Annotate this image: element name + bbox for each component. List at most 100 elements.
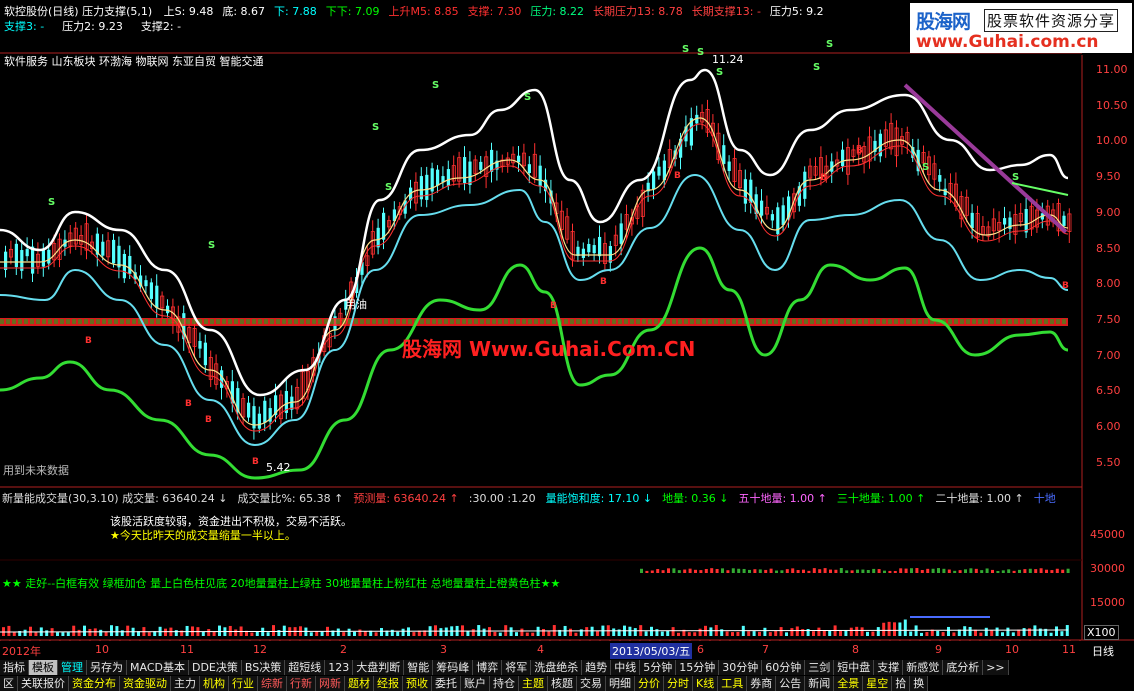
volume-ratio-bar [974, 568, 978, 573]
candle-body [479, 161, 483, 170]
candle-body [47, 249, 51, 264]
template-tab[interactable]: 筹码峰 [433, 659, 474, 675]
template-tab[interactable]: 三剑 [805, 659, 835, 675]
function-tab[interactable]: 行业 [229, 675, 258, 691]
volume-ratio-bar [780, 570, 784, 573]
candle-body [220, 370, 224, 388]
volume-bar [752, 631, 756, 636]
function-tab[interactable]: 网新 [316, 675, 345, 691]
function-tab[interactable]: 区 [0, 675, 18, 691]
price-axis-label: 5.50 [1096, 455, 1121, 469]
function-tab[interactable]: 综新 [258, 675, 287, 691]
function-tab[interactable]: 委托 [432, 675, 461, 691]
template-tab[interactable]: DDE决策 [188, 659, 242, 675]
template-tab[interactable]: 中线 [611, 659, 641, 675]
function-tab[interactable]: 关联报价 [18, 675, 69, 691]
volume-bar [903, 619, 907, 636]
function-tab[interactable]: 经报 [374, 675, 403, 691]
support-band-tick [378, 319, 382, 324]
candle-body [619, 223, 623, 244]
function-tab[interactable]: 公告 [776, 675, 806, 691]
candle-body [841, 149, 845, 167]
function-tab[interactable]: 全景 [834, 675, 864, 691]
date-axis-label: 3 [440, 643, 447, 656]
volume-scale: X100 [1084, 625, 1119, 640]
candle-body [436, 169, 440, 186]
template-tab[interactable]: 15分钟 [676, 659, 720, 675]
function-tab[interactable]: 资金驱动 [120, 675, 171, 691]
function-tab[interactable]: 拾 [892, 675, 911, 691]
template-tab[interactable]: 智能 [404, 659, 434, 675]
function-tab[interactable]: 主题 [519, 675, 548, 691]
template-tab[interactable]: 模板 [29, 659, 58, 675]
template-tab[interactable]: 超短线 [285, 659, 326, 675]
template-tab[interactable]: 支撑 [874, 659, 904, 675]
price-axis-label: 11.00 [1096, 63, 1128, 76]
function-tab[interactable]: 分时 [664, 675, 693, 691]
template-tab[interactable]: 底分析 [943, 659, 984, 675]
support-band-tick [546, 319, 550, 324]
template-tab[interactable]: 洗盘绝杀 [531, 659, 583, 675]
volume-bar [763, 627, 767, 636]
template-tab[interactable]: 5分钟 [640, 659, 677, 675]
function-tab[interactable]: 机构 [200, 675, 229, 691]
volume-bar [687, 632, 691, 636]
signal-s-marker: S [208, 240, 215, 251]
template-tab[interactable]: 将军 [502, 659, 532, 675]
support-band-tick [804, 319, 808, 324]
date-axis-label: 10 [1005, 643, 1019, 656]
function-tab[interactable]: 工具 [718, 675, 748, 691]
signal-b-marker: B [1062, 281, 1069, 291]
function-tab[interactable]: 换 [910, 675, 929, 691]
volume-ratio-bar [937, 568, 940, 573]
function-tab[interactable]: 资金分布 [69, 675, 120, 691]
template-tab[interactable]: BS决策 [241, 659, 286, 675]
template-tab[interactable]: 趋势 [582, 659, 612, 675]
support-band-tick [912, 319, 916, 324]
function-tab[interactable]: 行新 [287, 675, 316, 691]
support-band-tick [228, 319, 232, 324]
function-tab[interactable]: 题材 [345, 675, 374, 691]
volume-bar [736, 631, 740, 636]
function-tab[interactable]: 星空 [863, 675, 893, 691]
function-tab[interactable]: 预收 [403, 675, 432, 691]
volume-bar [768, 632, 772, 636]
function-tab[interactable]: 新闻 [805, 675, 835, 691]
function-tab[interactable]: K线 [693, 675, 719, 691]
template-tab[interactable]: 60分钟 [762, 659, 806, 675]
template-tab[interactable]: 博弈 [473, 659, 503, 675]
volume-bar [822, 630, 826, 636]
price-axis-label: 7.50 [1096, 312, 1121, 326]
candle-body [198, 340, 202, 349]
template-tab[interactable]: MACD基本 [127, 659, 189, 675]
function-tab[interactable]: 核题 [548, 675, 577, 691]
volume-bar [860, 627, 864, 636]
support-band-tick [564, 319, 568, 324]
date-axis-bg [0, 641, 1134, 658]
sector-tags[interactable]: 软件服务 山东板块 环渤海 物联网 东亚自贸 智能交通 [4, 53, 263, 69]
template-tab[interactable]: 管理 [58, 659, 87, 675]
template-tab[interactable]: 指标 [0, 659, 29, 675]
function-tab[interactable]: 明细 [606, 675, 635, 691]
volume-bar [520, 628, 524, 636]
template-tab[interactable]: >> [983, 659, 1009, 675]
volume-bar [947, 626, 950, 636]
function-tab[interactable]: 交易 [577, 675, 606, 691]
function-tab[interactable]: 分价 [635, 675, 664, 691]
function-tab[interactable]: 持仓 [490, 675, 519, 691]
template-tab[interactable]: 123 [325, 659, 354, 675]
function-tab[interactable]: 券商 [747, 675, 777, 691]
template-tab[interactable]: 大盘判断 [353, 659, 405, 675]
signal-b-marker: B [674, 171, 681, 181]
template-tab[interactable]: 另存为 [87, 659, 127, 675]
period-label[interactable]: 日线 [1092, 643, 1114, 659]
function-tab[interactable]: 主力 [171, 675, 200, 691]
function-tab[interactable]: 账户 [461, 675, 490, 691]
template-tab[interactable]: 30分钟 [719, 659, 763, 675]
template-tab[interactable]: 短中盘 [834, 659, 875, 675]
indicator-value: 下下: 7.09 [325, 5, 380, 18]
volume-bar [839, 631, 842, 636]
support-band-tick [996, 319, 1000, 324]
template-tab[interactable]: 新感觉 [903, 659, 944, 675]
support-band-tick [36, 319, 40, 324]
